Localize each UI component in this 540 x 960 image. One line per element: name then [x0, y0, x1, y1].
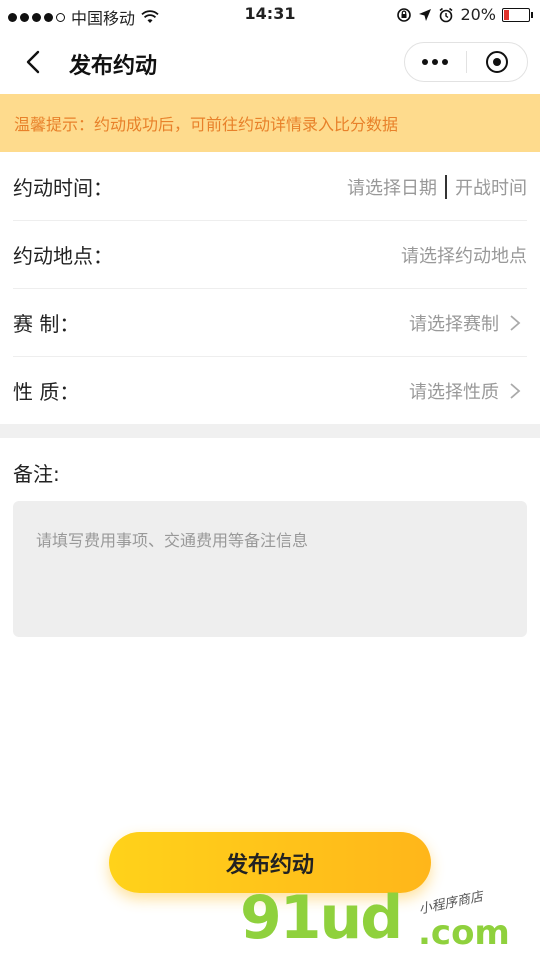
alarm-icon: [439, 7, 453, 22]
notes-label: 备注:: [13, 462, 60, 486]
form-row-format[interactable]: 赛 制： 请选择赛制: [13, 288, 527, 357]
notice-banner: 温馨提示：约动成功后，可前往约动详情录入比分数据: [0, 94, 540, 152]
watermark-domain: .com: [418, 913, 510, 953]
row-value-nature: 请选择性质: [409, 378, 527, 404]
date-picker[interactable]: 请选择日期: [347, 174, 437, 200]
battery-level: [504, 9, 509, 20]
notes-textarea[interactable]: [13, 501, 527, 637]
form-row-time: 约动时间： 请选择日期 开战时间: [13, 152, 527, 221]
form-row-location[interactable]: 约动地点： 请选择约动地点: [13, 220, 527, 289]
back-button[interactable]: [18, 46, 50, 78]
row-label-location: 约动地点：: [13, 244, 113, 268]
location-picker[interactable]: 请选择约动地点: [401, 242, 527, 268]
chevron-right-icon: [510, 383, 521, 399]
mini-program-capsule: [404, 42, 528, 82]
status-right: 20%: [396, 5, 533, 24]
more-button[interactable]: [405, 43, 466, 81]
row-value-location: 请选择约动地点: [401, 242, 527, 268]
nav-bar: 发布约动: [0, 30, 540, 94]
back-arrow-icon: [26, 50, 40, 74]
section-divider: [0, 424, 540, 438]
row-label-time: 约动时间：: [13, 176, 113, 200]
time-picker[interactable]: 开战时间: [455, 174, 527, 200]
watermark: 91ud 小程序商店 .com: [240, 888, 530, 958]
row-label-nature: 性 质：: [13, 380, 80, 404]
page-title: 发布约动: [69, 54, 158, 79]
notice-text: 温馨提示：约动成功后，可前往约动详情录入比分数据: [14, 115, 399, 134]
form-list: 约动时间： 请选择日期 开战时间 约动地点： 请选择约动地点 赛 制： 请选择赛…: [0, 152, 540, 424]
chevron-right-icon: [510, 315, 521, 331]
location-arrow-icon: [419, 8, 432, 21]
status-bar: 中国移动 14:31 20%: [0, 0, 540, 30]
rotation-lock-icon: [397, 7, 412, 22]
close-button[interactable]: [466, 43, 527, 81]
form-row-nature[interactable]: 性 质： 请选择性质: [13, 356, 527, 424]
target-circle-icon: [485, 51, 508, 73]
battery-icon: [502, 7, 533, 22]
format-picker[interactable]: 请选择赛制: [409, 310, 499, 336]
more-dots-icon: [422, 59, 449, 65]
watermark-logo: 91ud: [240, 883, 403, 953]
row-value-format: 请选择赛制: [409, 310, 527, 336]
time-divider: [445, 175, 447, 199]
row-value-time: 请选择日期 开战时间: [347, 174, 527, 200]
battery-percent: 20%: [460, 5, 496, 24]
row-label-format: 赛 制：: [13, 312, 80, 336]
nature-picker[interactable]: 请选择性质: [409, 378, 499, 404]
